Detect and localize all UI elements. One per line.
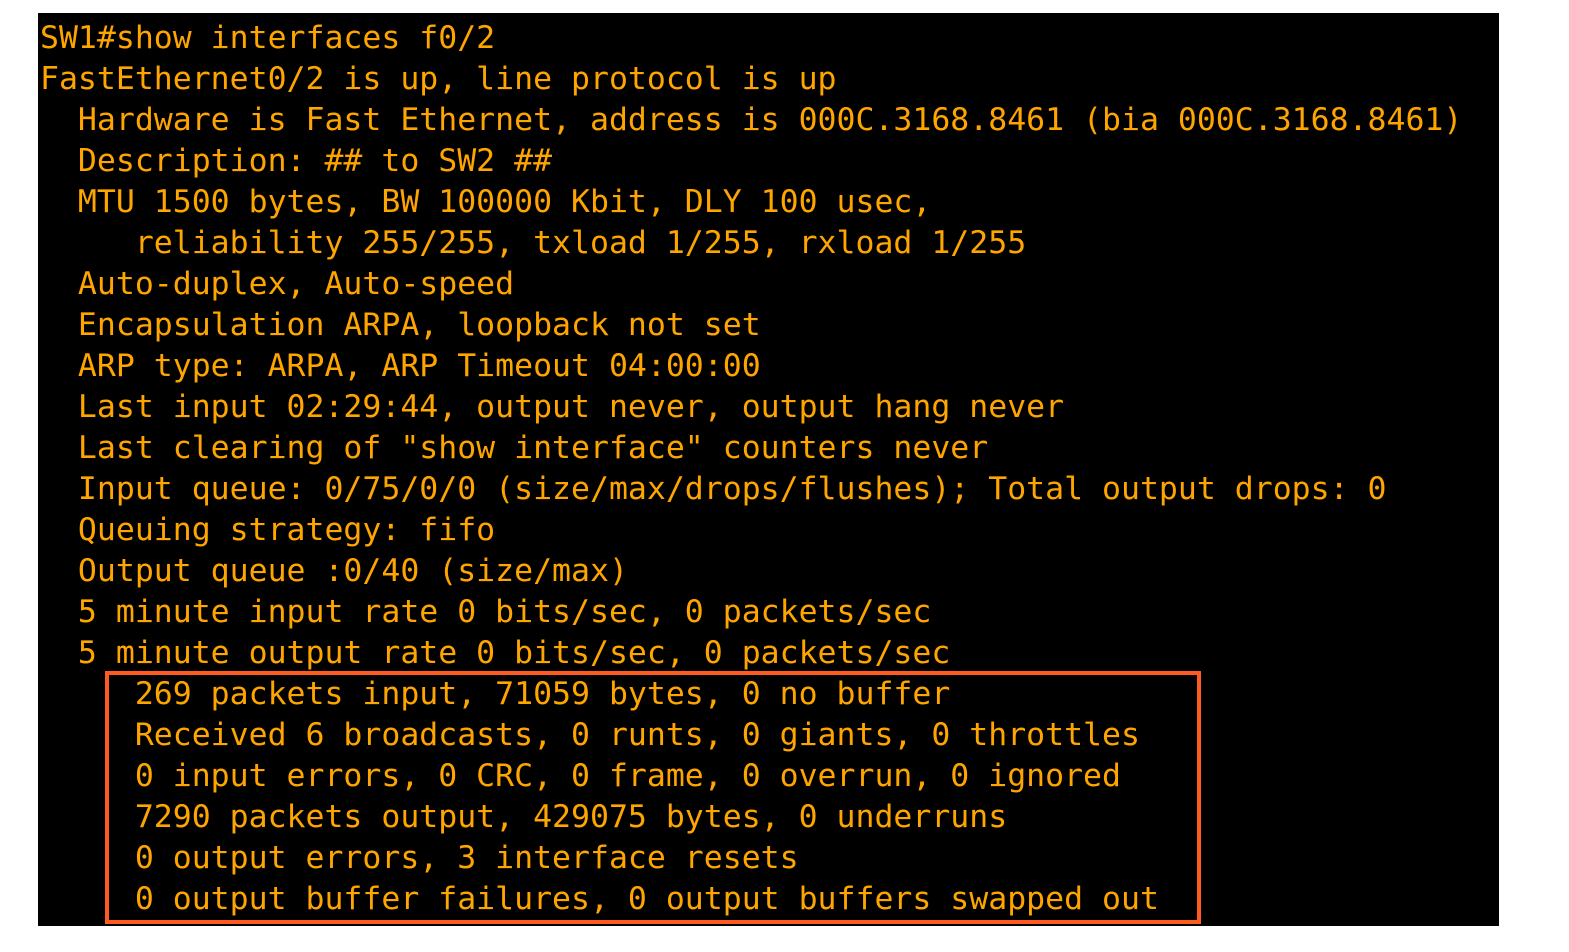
output-queue-line: Output queue :0/40 (size/max) [40, 553, 628, 589]
input-rate-line: 5 minute input rate 0 bits/sec, 0 packet… [40, 594, 932, 630]
broadcasts-line: Received 6 broadcasts, 0 runts, 0 giants… [40, 717, 1140, 753]
input-queue-line: Input queue: 0/75/0/0 (size/max/drops/fl… [40, 471, 1387, 507]
arp-line: ARP type: ARPA, ARP Timeout 04:00:00 [40, 348, 761, 384]
terminal-window: SW1#show interfaces f0/2 FastEthernet0/2… [38, 13, 1499, 926]
packets-input-line: 269 packets input, 71059 bytes, 0 no buf… [40, 676, 951, 712]
mtu-line: MTU 1500 bytes, BW 100000 Kbit, DLY 100 … [40, 184, 932, 220]
reliability-line: reliability 255/255, txload 1/255, rxloa… [40, 225, 1027, 261]
encapsulation-line: Encapsulation ARPA, loopback not set [40, 307, 761, 343]
last-clearing-line: Last clearing of "show interface" counte… [40, 430, 989, 466]
output-rate-line: 5 minute output rate 0 bits/sec, 0 packe… [40, 635, 951, 671]
command-prompt-line: SW1#show interfaces f0/2 [40, 20, 496, 56]
input-errors-line: 0 input errors, 0 CRC, 0 frame, 0 overru… [40, 758, 1121, 794]
output-errors-line: 0 output errors, 3 interface resets [40, 840, 799, 876]
packets-output-line: 7290 packets output, 429075 bytes, 0 und… [40, 799, 1008, 835]
queuing-strategy-line: Queuing strategy: fifo [40, 512, 496, 548]
last-input-line: Last input 02:29:44, output never, outpu… [40, 389, 1065, 425]
interface-status-line: FastEthernet0/2 is up, line protocol is … [40, 61, 837, 97]
duplex-speed-line: Auto-duplex, Auto-speed [40, 266, 515, 302]
output-buffer-line: 0 output buffer failures, 0 output buffe… [40, 881, 1159, 917]
hardware-line: Hardware is Fast Ethernet, address is 00… [40, 102, 1463, 138]
description-line: Description: ## to SW2 ## [40, 143, 553, 179]
